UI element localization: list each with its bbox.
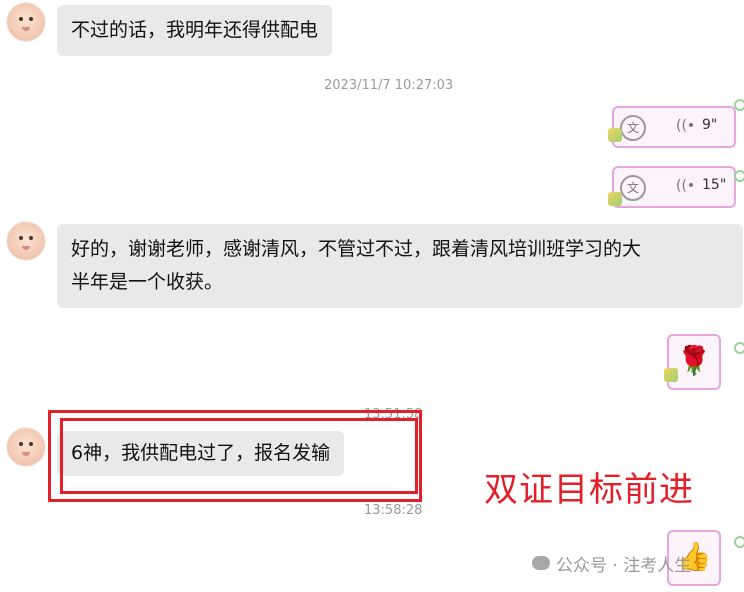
avatar-eye: [29, 17, 33, 21]
status-badge-icon: [608, 128, 622, 142]
voice-message[interactable]: 文 ((• 9": [612, 106, 736, 148]
voice-wave-icon: ((•: [676, 178, 696, 194]
online-dot-icon: [734, 99, 744, 111]
message-bubble[interactable]: 不过的话，我明年还得供配电: [57, 5, 333, 56]
avatar[interactable]: [7, 3, 45, 41]
online-dot-icon: [734, 342, 744, 354]
wechat-icon: [532, 556, 550, 570]
avatar-eye: [19, 236, 23, 240]
voice-wave-icon: ((•: [676, 118, 696, 134]
online-dot-icon: [734, 170, 744, 182]
translate-icon[interactable]: 文: [620, 175, 646, 201]
annotation-slogan: 双证目标前进: [484, 470, 694, 510]
watermark: 公众号 · 注考人生: [556, 556, 692, 576]
message-timestamp: 13:58:28: [364, 503, 423, 518]
voice-duration: 15": [702, 177, 727, 193]
avatar-mouth: [22, 452, 30, 456]
avatar-mouth: [22, 27, 30, 31]
message-timestamp: 2023/11/7 10:27:03: [324, 78, 454, 93]
voice-duration: 9": [702, 117, 718, 133]
translate-icon[interactable]: 文: [620, 115, 646, 141]
avatar[interactable]: [7, 428, 45, 466]
status-badge-icon: [664, 368, 678, 382]
avatar-mouth: [22, 246, 30, 250]
avatar-eye: [29, 442, 33, 446]
highlight-box-inner: [60, 418, 418, 494]
message-line: 半年是一个收获。: [71, 271, 224, 293]
message-line: 好的，谢谢老师，感谢清风，不管过不过，跟着清风培训班学习的大: [71, 238, 642, 260]
avatar-eye: [19, 17, 23, 21]
avatar-eye: [29, 236, 33, 240]
voice-message[interactable]: 文 ((• 15": [612, 166, 736, 208]
status-badge-icon: [608, 192, 622, 206]
online-dot-icon: [734, 536, 744, 548]
avatar[interactable]: [7, 222, 45, 260]
avatar-eye: [19, 442, 23, 446]
message-bubble[interactable]: 好的，谢谢老师，感谢清风，不管过不过，跟着清风培训班学习的大 半年是一个收获。: [57, 224, 743, 308]
